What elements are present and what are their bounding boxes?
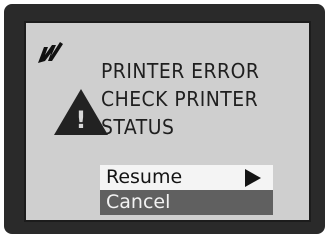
error-message: PRINTER ERROR CHECK PRINTER STATUS [101, 57, 259, 141]
svg-text:!: ! [76, 106, 87, 134]
error-message-line-1: PRINTER ERROR [101, 59, 260, 83]
error-message-line-3: STATUS [101, 115, 175, 139]
lcd-screen: ! PRINTER ERROR CHECK PRINTER STATUS Res… [24, 21, 311, 222]
cancel-label: Cancel [106, 191, 171, 213]
resume-button[interactable]: Resume [100, 165, 273, 190]
cancel-button[interactable]: Cancel [100, 190, 273, 215]
action-menu: Resume Cancel [100, 165, 273, 215]
canon-logo-icon [38, 42, 63, 63]
resume-label: Resume [106, 166, 183, 188]
camera-lcd-bezel: ! PRINTER ERROR CHECK PRINTER STATUS Res… [4, 4, 325, 234]
arrow-right-icon [245, 169, 261, 187]
error-message-line-2: CHECK PRINTER [101, 87, 259, 111]
